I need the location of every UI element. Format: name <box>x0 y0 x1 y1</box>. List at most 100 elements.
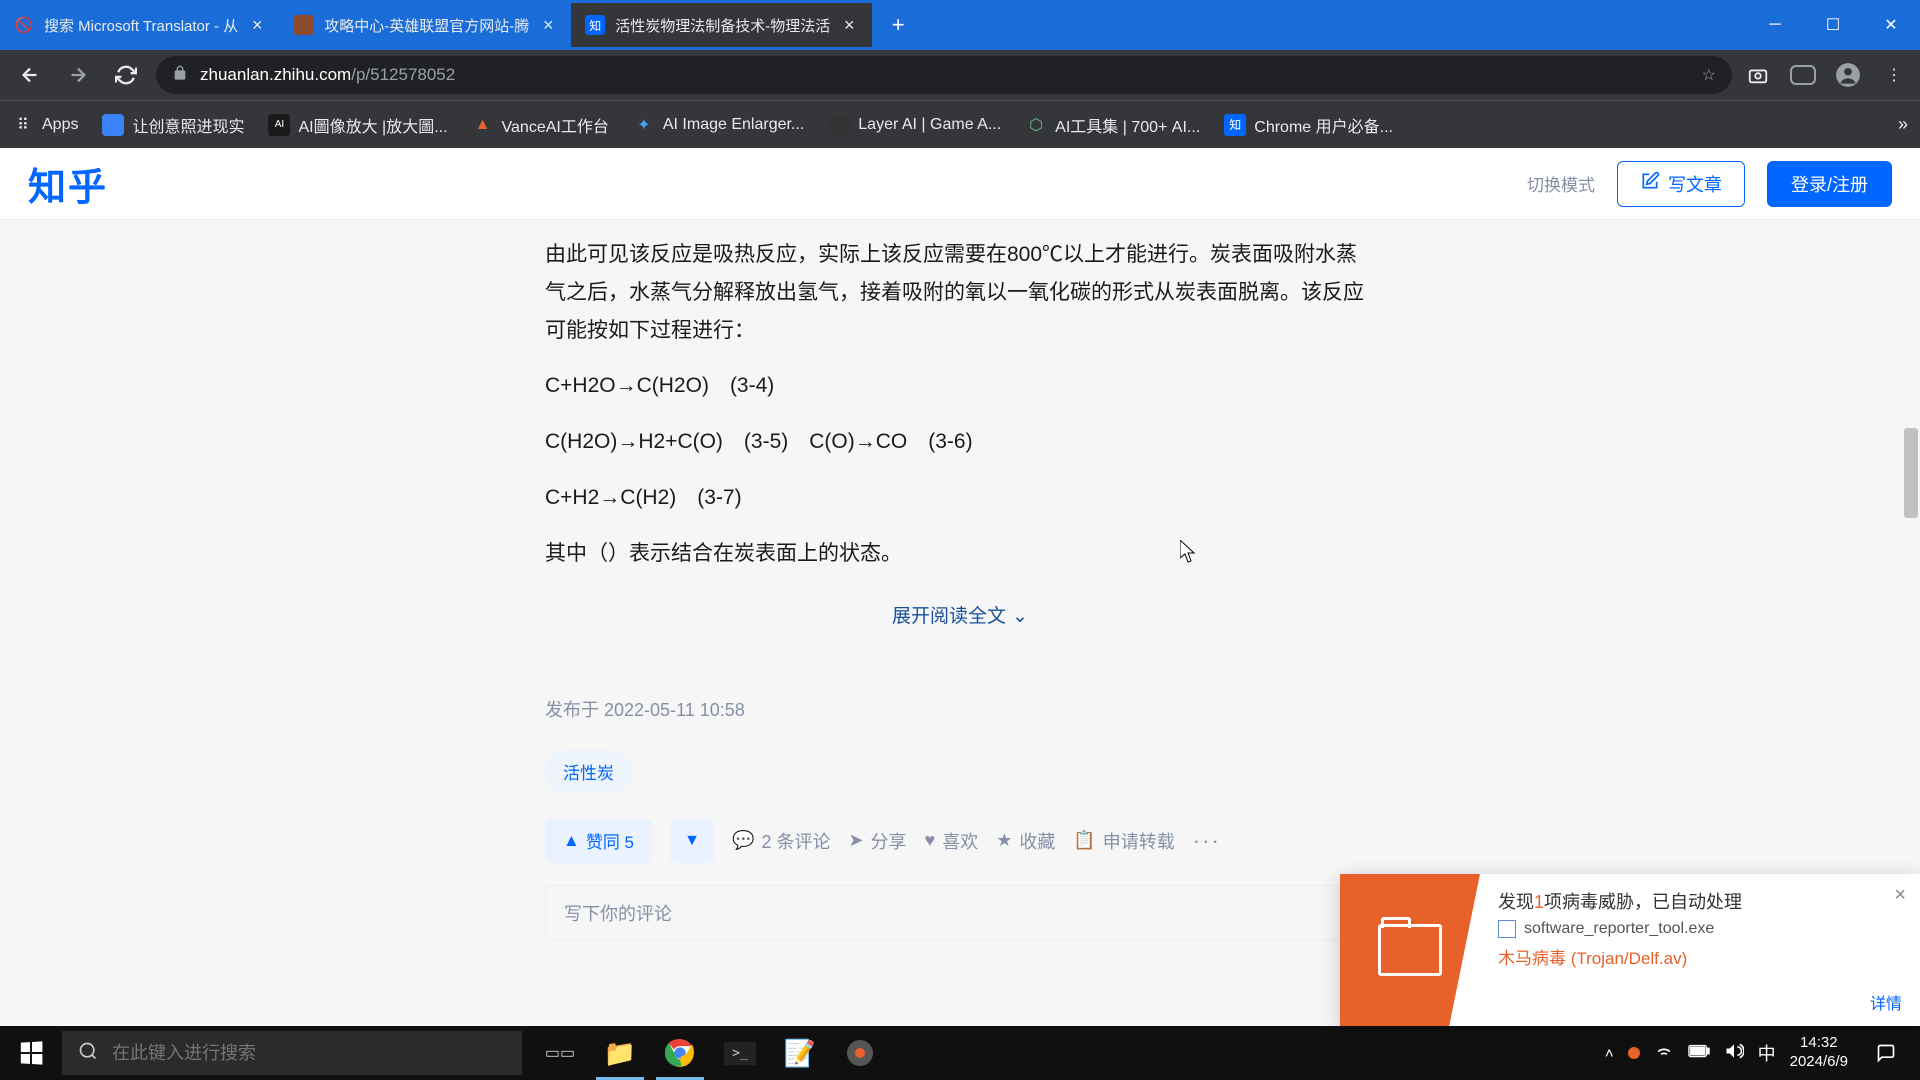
av-file-row: software_reporter_tool.exe <box>1498 920 1902 938</box>
bookmarks-bar: ⠿ Apps 让创意照进现实 AI AI圖像放大 |放大圖... ▲ Vance… <box>0 100 1920 148</box>
star-icon[interactable]: ☆ <box>1702 65 1716 85</box>
bookmark-item[interactable]: 让创意照进现实 <box>102 113 244 137</box>
tab-1[interactable]: 🚫 搜索 Microsoft Translator - 从 × <box>0 3 280 47</box>
scrollbar-thumb[interactable] <box>1904 428 1918 518</box>
ime-indicator[interactable]: 中 <box>1758 1040 1776 1066</box>
bookmarks-overflow-button[interactable]: » <box>1898 114 1908 135</box>
tab-2[interactable]: 攻略中心-英雄联盟官方网站-腾 × <box>280 3 571 47</box>
maximize-button[interactable]: ☐ <box>1804 5 1862 45</box>
exe-file-icon <box>1498 920 1516 938</box>
back-button[interactable] <box>12 57 48 93</box>
clock[interactable]: 14:32 2024/6/9 <box>1790 1034 1848 1072</box>
av-threat-name: 木马病毒 (Trojan/Delf.av) <box>1498 944 1902 969</box>
volume-icon[interactable] <box>1724 1041 1744 1065</box>
expand-read-button[interactable]: 展开阅读全文⌄ <box>545 591 1375 638</box>
task-view-button[interactable]: ▭▭ <box>532 1026 588 1080</box>
tray-expand-button[interactable]: ˄ <box>1605 1045 1614 1062</box>
av-title: 发现1项病毒威胁，已自动处理 <box>1498 888 1902 914</box>
repost-icon: 📋 <box>1073 830 1095 851</box>
comment-input[interactable]: 写下你的评论 <box>545 885 1375 941</box>
chrome-icon <box>665 1038 695 1068</box>
bookmark-item[interactable]: ⬡ AI工具集 | 700+ AI... <box>1025 113 1200 137</box>
zhihu-logo[interactable]: 知乎 <box>28 156 108 211</box>
chevron-down-icon: ⌄ <box>1012 606 1028 627</box>
bookmark-item[interactable]: 知 Chrome 用户必备... <box>1224 113 1393 137</box>
bookmark-favicon-icon <box>828 114 850 136</box>
file-explorer-button[interactable]: 📁 <box>592 1026 648 1080</box>
recording-indicator-icon[interactable] <box>1628 1047 1640 1059</box>
comment-icon: 💬 <box>732 830 754 851</box>
tab-favicon-icon: 知 <box>585 15 605 35</box>
address-bar[interactable]: zhuanlan.zhihu.com/p/512578052 ☆ <box>156 56 1732 94</box>
more-actions-button[interactable]: ··· <box>1193 828 1221 854</box>
forward-button[interactable] <box>60 57 96 93</box>
action-center-button[interactable] <box>1862 1026 1910 1080</box>
bookmark-item[interactable]: AI AI圖像放大 |放大圖... <box>268 113 447 137</box>
bookmark-favicon-icon: ✦ <box>633 114 655 136</box>
upvote-button[interactable]: ▲ 赞同 5 <box>545 819 652 863</box>
close-window-button[interactable]: ✕ <box>1862 5 1920 45</box>
heart-icon: ♥ <box>925 830 936 851</box>
search-input[interactable] <box>112 1043 506 1064</box>
bookmark-favicon-icon: 知 <box>1224 114 1246 136</box>
write-article-button[interactable]: 写文章 <box>1617 161 1745 207</box>
antivirus-notification: × 发现1项病毒威胁，已自动处理 software_reporter_tool.… <box>1340 874 1920 1026</box>
write-icon <box>1640 171 1660 196</box>
reload-button[interactable] <box>108 57 144 93</box>
folder-icon <box>1378 924 1442 976</box>
bookmark-favicon-icon: AI <box>268 114 290 136</box>
av-detail-button[interactable]: 详情 <box>1870 990 1902 1014</box>
new-tab-button[interactable]: + <box>880 7 916 43</box>
camera-icon[interactable] <box>1744 61 1772 89</box>
notepad-button[interactable]: 📝 <box>772 1026 828 1080</box>
bookmark-item[interactable]: Layer AI | Game A... <box>828 114 1001 136</box>
apps-grid-icon: ⠿ <box>12 114 34 136</box>
taskbar: ▭▭ 📁 >_ 📝 ˄ 中 14:32 2024/6/9 <box>0 1026 1920 1080</box>
article-body: 由此可见该反应是吸热反应，实际上该反应需要在800℃以上才能进行。炭表面吸附水蒸… <box>545 236 1375 573</box>
recorder-button[interactable] <box>832 1026 888 1080</box>
share-button[interactable]: ➤分享 <box>848 828 906 854</box>
like-button[interactable]: ♥喜欢 <box>925 828 979 854</box>
zhihu-header: 知乎 切换模式 写文章 登录/注册 <box>0 148 1920 220</box>
close-icon[interactable]: × <box>539 16 557 34</box>
tab-title: 活性炭物理法制备技术-物理法活 <box>615 15 830 36</box>
chrome-button[interactable] <box>652 1026 708 1080</box>
menu-button[interactable]: ⋮ <box>1880 61 1908 89</box>
close-icon[interactable]: × <box>248 16 266 34</box>
nav-bar: zhuanlan.zhihu.com/p/512578052 ☆ ⋮ <box>0 50 1920 100</box>
close-icon[interactable]: × <box>840 16 858 34</box>
bookmark-item[interactable]: ✦ AI Image Enlarger... <box>633 114 804 136</box>
extension-icon[interactable] <box>1790 65 1816 85</box>
wifi-icon[interactable] <box>1654 1041 1674 1065</box>
terminal-button[interactable]: >_ <box>712 1026 768 1080</box>
search-icon <box>78 1041 98 1066</box>
bookmark-favicon-icon: ⬡ <box>1025 114 1047 136</box>
mode-toggle-button[interactable]: 切换模式 <box>1527 171 1595 196</box>
url-text: zhuanlan.zhihu.com/p/512578052 <box>200 65 455 85</box>
battery-icon[interactable] <box>1688 1044 1710 1062</box>
apps-button[interactable]: ⠿ Apps <box>12 114 78 136</box>
close-notification-button[interactable]: × <box>1894 884 1906 907</box>
tab-favicon-icon: 🚫 <box>14 15 34 35</box>
profile-icon[interactable] <box>1834 61 1862 89</box>
av-icon-panel <box>1340 874 1480 1026</box>
bookmark-favicon-icon <box>102 114 124 136</box>
tab-3-active[interactable]: 知 活性炭物理法制备技术-物理法活 × <box>571 3 872 47</box>
login-register-button[interactable]: 登录/注册 <box>1767 161 1892 207</box>
star-icon: ★ <box>996 830 1012 851</box>
taskbar-search[interactable] <box>62 1031 522 1075</box>
minimize-button[interactable]: ─ <box>1746 5 1804 45</box>
tab-favicon-icon <box>294 15 314 35</box>
windows-logo-icon <box>21 1041 43 1064</box>
bookmark-item[interactable]: ▲ VanceAI工作台 <box>472 113 609 137</box>
tab-title: 搜索 Microsoft Translator - 从 <box>44 15 238 36</box>
comments-button[interactable]: 💬2 条评论 <box>732 828 830 854</box>
publish-date: 发布于 2022-05-11 10:58 <box>545 696 1375 722</box>
repost-button[interactable]: 📋申请转载 <box>1073 828 1174 854</box>
tab-title: 攻略中心-英雄联盟官方网站-腾 <box>324 15 529 36</box>
topic-tag[interactable]: 活性炭 <box>545 750 632 793</box>
favorite-button[interactable]: ★收藏 <box>996 828 1055 854</box>
start-button[interactable] <box>0 1026 62 1080</box>
bookmark-favicon-icon: ▲ <box>472 114 494 136</box>
downvote-button[interactable]: ▼ <box>670 819 714 863</box>
